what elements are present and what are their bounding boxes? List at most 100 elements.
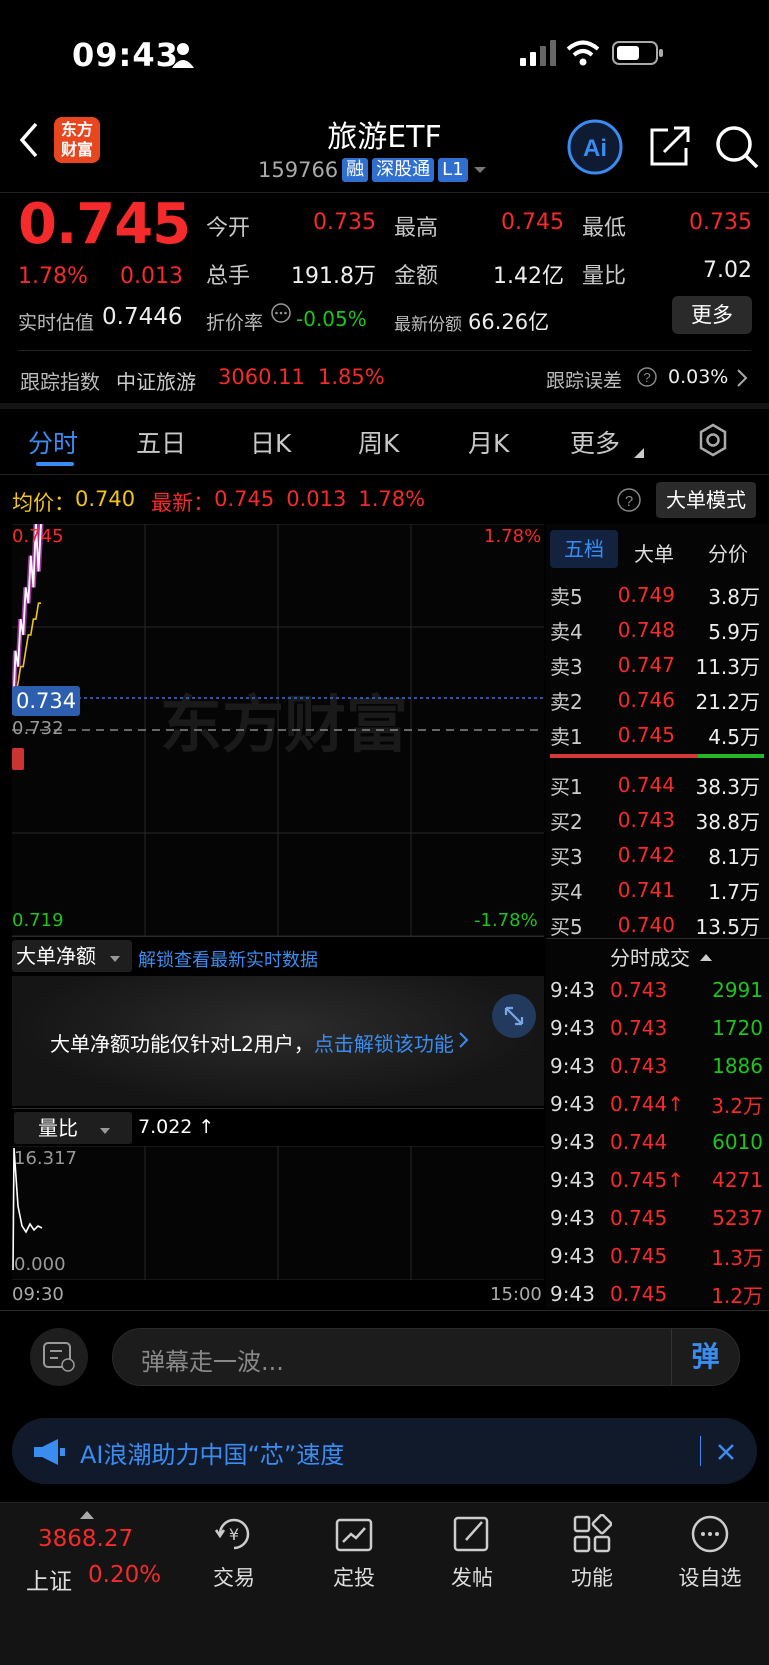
nav-trade[interactable]: 交易 (184, 1562, 284, 1592)
big-order-notice: 大单净额功能仅针对L2用户， (50, 1032, 314, 1056)
market-index-pct: 0.20% (88, 1562, 162, 1588)
help-icon[interactable]: ? (616, 487, 642, 513)
tab-5day[interactable]: 五日 (136, 424, 186, 460)
volume-ratio-chart[interactable] (12, 1146, 544, 1280)
chevron-right-icon (459, 1032, 469, 1048)
watermark: 东方财富 (160, 691, 408, 760)
more-dots-icon[interactable] (270, 302, 292, 324)
sell-row[interactable]: 卖3 0.747 11.3万 (550, 648, 765, 682)
latest-pct: 1.78% (358, 487, 426, 511)
share-icon[interactable] (648, 124, 692, 168)
news-banner[interactable]: AI浪潮助力中国“芯”速度 (12, 1418, 757, 1484)
buy-volume: 38.8万 (695, 809, 760, 834)
help-icon[interactable]: ? (636, 366, 658, 388)
more-button[interactable]: 更多 (672, 296, 752, 334)
buy-row[interactable]: 买3 0.742 8.1万 (550, 838, 765, 872)
tab-monthly-k[interactable]: 月K (468, 424, 509, 460)
tab-daily-k[interactable]: 日K (250, 424, 291, 460)
trades-header[interactable]: 分时成交 (610, 942, 712, 971)
x-end-label: 15:00 (490, 1284, 542, 1305)
sell-row[interactable]: 卖4 0.748 5.9万 (550, 613, 765, 647)
avg-value: 0.740 (75, 487, 136, 511)
big-order-dropdown[interactable]: 大单净额 (12, 940, 132, 972)
ratio-value: 7.02 (703, 258, 752, 283)
orderbook-tab-5level[interactable]: 五档 (550, 530, 618, 568)
trade-row: 9:43 0.743 1886 (550, 1048, 765, 1084)
sell-level-label: 卖2 (550, 689, 583, 714)
sell-volume: 5.9万 (708, 619, 760, 644)
buy-row[interactable]: 买4 0.741 1.7万 (550, 873, 765, 907)
wifi-icon (566, 40, 600, 66)
trade-volume: 3.2万 (711, 1093, 763, 1118)
trade-volume: 4271 (712, 1168, 763, 1192)
nav-invest-plan[interactable]: 定投 (304, 1562, 404, 1592)
big-order-locked-panel: 大单净额功能仅针对L2用户， 点击解锁该功能 (12, 976, 544, 1106)
function-icon[interactable] (572, 1514, 612, 1554)
tracking-label: 跟踪指数 (20, 370, 100, 394)
volume-label: 总手 (206, 264, 251, 289)
event-marker[interactable] (12, 748, 24, 770)
invest-plan-icon[interactable] (334, 1514, 374, 1554)
close-icon[interactable] (716, 1442, 736, 1462)
discount-label: 折价率 (206, 312, 264, 334)
dropdown-icon (473, 167, 486, 173)
volume-ratio-dropdown[interactable]: 量比 (14, 1112, 132, 1144)
code-row[interactable]: 159766 融 深股通 L1 (258, 158, 488, 182)
orderbook-tab-bigorder[interactable]: 大单 (634, 538, 674, 567)
avg-label: 均价： (12, 491, 75, 515)
danmu-icon (43, 1342, 75, 1372)
buy-row[interactable]: 买2 0.743 38.8万 (550, 803, 765, 837)
gear-icon[interactable] (694, 422, 732, 460)
tab-intraday[interactable]: 分时 (28, 424, 78, 460)
current-price: 0.745 (18, 192, 191, 257)
nav-add-watchlist[interactable]: 设自选 (660, 1562, 760, 1592)
tracking-error-value: 0.03% (668, 366, 729, 388)
sell-row[interactable]: 卖1 0.745 4.5万 (550, 718, 765, 752)
search-icon[interactable] (714, 124, 760, 170)
nav-function[interactable]: 功能 (542, 1562, 642, 1592)
shares-value: 66.26亿 (468, 310, 550, 334)
buy-price: 0.744 (617, 773, 675, 797)
ai-icon[interactable]: Ai (566, 118, 624, 176)
trade-icon[interactable]: ¥ (214, 1514, 254, 1554)
buy-row[interactable]: 买1 0.744 38.3万 (550, 768, 765, 802)
banner-text: AI浪潮助力中国“芯”速度 (80, 1441, 345, 1469)
volume-ratio-label: 量比 (38, 1116, 78, 1140)
svg-text:¥: ¥ (229, 1525, 239, 1544)
tag-level: L1 (438, 158, 468, 182)
chevron-right-icon[interactable] (736, 368, 748, 388)
unlock-feature-link[interactable]: 点击解锁该功能 (314, 1028, 454, 1057)
danmu-toggle-button[interactable] (30, 1328, 88, 1386)
tracking-index-name[interactable]: 中证旅游 (116, 366, 196, 395)
y-bottom-label: 0.719 (12, 910, 64, 931)
orderbook-tab-price[interactable]: 分价 (708, 538, 748, 567)
expand-icon[interactable] (492, 994, 536, 1038)
buy-price: 0.741 (617, 878, 675, 902)
danmu-send-button[interactable]: 弹 (671, 1329, 739, 1385)
big-order-mode-button[interactable]: 大单模式 (656, 482, 756, 518)
buy-price: 0.740 (617, 913, 675, 937)
danmu-placeholder: 弹幕走一波... (141, 1348, 284, 1376)
low-value: 0.735 (689, 210, 752, 235)
volume-value: 191.8万 (291, 264, 376, 289)
sell-row[interactable]: 卖5 0.749 3.8万 (550, 578, 765, 612)
danmu-input[interactable]: 弹幕走一波... 弹 (112, 1328, 740, 1386)
unlock-link[interactable]: 解锁查看最新实时数据 (138, 946, 318, 972)
watchlist-icon[interactable] (690, 1514, 730, 1554)
post-icon[interactable] (452, 1514, 492, 1554)
tracking-error-label: 跟踪误差 (546, 370, 623, 392)
sell-level-label: 卖4 (550, 619, 583, 644)
buy-level-label: 买4 (550, 879, 583, 904)
corner-arrow-icon (634, 448, 644, 458)
market-index-value[interactable]: 3868.27 (38, 1526, 133, 1552)
intraday-chart[interactable]: 东方财富 (12, 524, 544, 936)
buy-volume: 1.7万 (708, 879, 760, 904)
trade-row: 9:43 0.745 1.2万 (550, 1276, 765, 1312)
trade-row: 9:43 0.743 1720 (550, 1010, 765, 1046)
dropdown-icon (110, 956, 121, 962)
latest-value: 0.745 (214, 487, 275, 511)
sell-row[interactable]: 卖2 0.746 21.2万 (550, 683, 765, 717)
tab-weekly-k[interactable]: 周K (358, 424, 399, 460)
nav-post[interactable]: 发帖 (422, 1562, 522, 1592)
tab-more[interactable]: 更多 (570, 424, 620, 460)
